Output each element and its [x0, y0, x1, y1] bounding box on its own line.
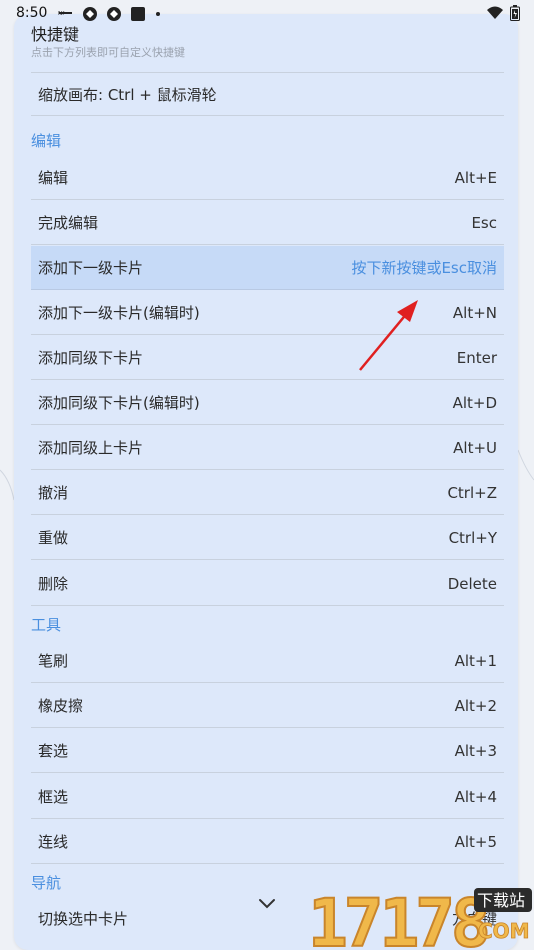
site-watermark-logo: 17178 下载站 COM: [307, 884, 532, 950]
app-icon: [131, 7, 145, 21]
dot-icon: [156, 12, 160, 16]
annotation-arrow: [359, 300, 418, 371]
status-icons-right: [486, 5, 520, 21]
status-time: 8:50: [16, 5, 48, 21]
watermark-number: 17178: [308, 885, 487, 950]
watermark-text-bottom: COM: [478, 919, 530, 943]
watermark-text-top: 下载站: [477, 891, 525, 910]
nfc-icon: ᴺᶠ: [58, 11, 72, 20]
wifi-icon: [487, 6, 503, 19]
sync-icon: [107, 7, 121, 21]
status-bar: 8:50 ᴺᶠ: [0, 0, 534, 28]
status-icons-left: ᴺᶠ: [58, 6, 162, 22]
sync-icon: [83, 7, 97, 21]
battery-icon: [510, 5, 520, 21]
